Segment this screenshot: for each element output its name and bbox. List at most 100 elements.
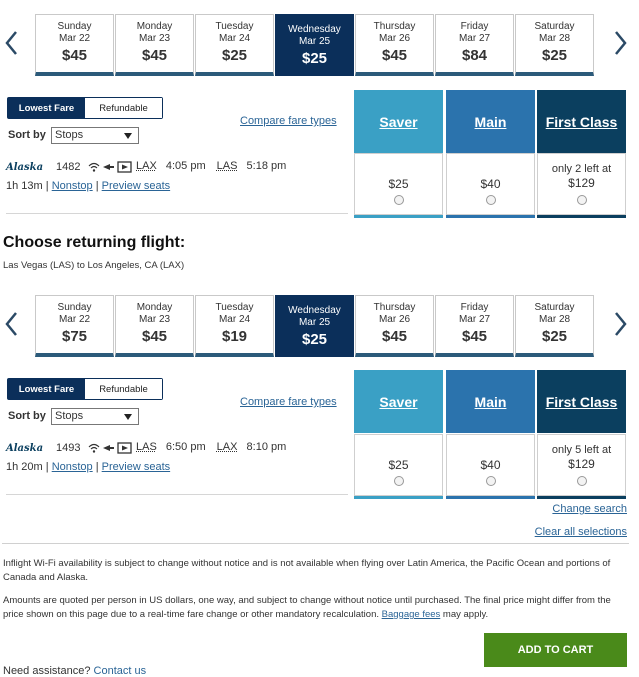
date-option-saturday[interactable]: Saturday Mar 28 $25: [515, 295, 594, 357]
seats-left-note: only 5 left at: [551, 444, 612, 456]
flight-meta: 1h 13m | Nonstop | Preview seats: [6, 180, 171, 192]
divider: [6, 213, 348, 214]
date-option-friday[interactable]: Friday Mar 27 $84: [435, 14, 514, 76]
saver-fare-option[interactable]: $25: [354, 153, 443, 218]
day-date: Mar 27: [458, 314, 491, 325]
amenities-icons: [88, 442, 132, 454]
wifi-disclaimer: Inflight Wi-Fi availability is subject t…: [3, 558, 611, 583]
day-name: Wednesday: [288, 305, 341, 316]
main-radio[interactable]: [486, 476, 496, 486]
date-option-tuesday[interactable]: Tuesday Mar 24 $19: [195, 295, 274, 357]
day-price: $19: [221, 328, 248, 345]
lowest-fare-toggle[interactable]: Lowest Fare: [8, 379, 85, 399]
saver-fare-header[interactable]: Saver: [354, 370, 443, 433]
main-accent-bar: [446, 215, 535, 218]
date-option-wednesday[interactable]: Wednesday Mar 25 $25: [275, 295, 354, 357]
amenities-icons: [88, 161, 132, 173]
date-option-tuesday[interactable]: Tuesday Mar 24 $25: [195, 14, 274, 76]
sort-by-select[interactable]: Stops: [51, 127, 139, 144]
prev-dates-arrow-icon[interactable]: [2, 309, 22, 339]
prev-dates-arrow-icon[interactable]: [2, 28, 22, 58]
date-option-monday[interactable]: Monday Mar 23 $45: [115, 14, 194, 76]
baggage-fees-link[interactable]: Baggage fees: [382, 609, 441, 620]
compare-fare-types-link[interactable]: Compare fare types: [240, 115, 337, 127]
fare-type-toggle: Lowest Fare Refundable: [7, 378, 163, 400]
refundable-toggle[interactable]: Refundable: [85, 379, 162, 399]
date-option-thursday[interactable]: Thursday Mar 26 $45: [355, 14, 434, 76]
saver-price: $25: [388, 458, 409, 472]
day-date: Mar 25: [298, 36, 331, 47]
baggage-tail: may apply.: [442, 609, 489, 620]
contact-us-link[interactable]: Contact us: [94, 665, 147, 677]
assist-text: Need assistance?: [3, 665, 91, 677]
first-class-fare-option[interactable]: only 5 left at $129: [537, 434, 626, 499]
first-class-radio[interactable]: [577, 476, 587, 486]
date-option-sunday[interactable]: Sunday Mar 22 $75: [35, 295, 114, 357]
next-dates-arrow-icon[interactable]: [610, 309, 630, 339]
add-to-cart-button[interactable]: ADD TO CART: [484, 633, 627, 667]
day-name: Sunday: [57, 21, 92, 32]
day-date: Mar 27: [458, 33, 491, 44]
day-name: Friday: [460, 21, 489, 32]
first-class-availability: only 2 left at $129: [538, 162, 625, 190]
first-class-radio[interactable]: [577, 195, 587, 205]
day-date: Mar 22: [58, 33, 91, 44]
first-accent-bar: [537, 215, 626, 218]
first-class-fare-option[interactable]: only 2 left at $129: [537, 153, 626, 218]
saver-fare-header[interactable]: Saver: [354, 90, 443, 153]
sort-by-value: Stops: [55, 129, 84, 141]
date-option-monday[interactable]: Monday Mar 23 $45: [115, 295, 194, 357]
lowest-fare-toggle[interactable]: Lowest Fare: [8, 98, 85, 118]
clear-all-selections-link[interactable]: Clear all selections: [535, 526, 627, 538]
date-option-thursday[interactable]: Thursday Mar 26 $45: [355, 295, 434, 357]
flight-duration: 1h 20m: [6, 461, 43, 473]
arrive-time: 5:18 pm: [246, 160, 287, 172]
day-name: Thursday: [373, 302, 416, 313]
day-price: $25: [541, 328, 568, 345]
flight-number: 1493: [56, 442, 81, 454]
date-option-sunday[interactable]: Sunday Mar 22 $45: [35, 14, 114, 76]
next-dates-arrow-icon[interactable]: [610, 28, 630, 58]
saver-radio[interactable]: [394, 476, 404, 486]
main-fare-header[interactable]: Main: [446, 90, 535, 153]
date-option-saturday[interactable]: Saturday Mar 28 $25: [515, 14, 594, 76]
day-date: Mar 22: [58, 314, 91, 325]
date-option-wednesday[interactable]: Wednesday Mar 25 $25: [275, 14, 354, 76]
day-name: Saturday: [534, 21, 575, 32]
return-times: LAS 6:50 pm LAX 8:10 pm: [136, 441, 286, 453]
change-search-link[interactable]: Change search: [552, 503, 627, 515]
depart-time: 6:50 pm: [165, 441, 206, 453]
main-fare-option[interactable]: $40: [446, 153, 535, 218]
saver-radio[interactable]: [394, 195, 404, 205]
origin-airport: LAX: [136, 160, 157, 172]
main-radio[interactable]: [486, 195, 496, 205]
outbound-date-carousel: Sunday Mar 22 $45 Monday Mar 23 $45 Tuesday Mar…: [0, 14, 639, 76]
day-date: Mar 28: [538, 314, 571, 325]
sort-by-label: Sort by: [8, 410, 46, 422]
nonstop-link[interactable]: Nonstop: [52, 461, 93, 473]
first-class-fare-header[interactable]: First Class: [537, 90, 626, 153]
sort-by-select[interactable]: Stops: [51, 408, 139, 425]
day-price: $84: [461, 47, 488, 64]
compare-fare-types-link[interactable]: Compare fare types: [240, 396, 337, 408]
day-name: Monday: [136, 21, 173, 32]
preview-seats-link[interactable]: Preview seats: [102, 461, 170, 473]
alaska-logo: Alaska: [6, 443, 44, 454]
amounts-text: Amounts are quoted per person in US doll…: [3, 595, 611, 620]
amounts-disclaimer: Amounts are quoted per person in US doll…: [3, 594, 623, 622]
saver-fare-option[interactable]: $25: [354, 434, 443, 499]
main-fare-header[interactable]: Main: [446, 370, 535, 433]
main-fare-option[interactable]: $40: [446, 434, 535, 499]
first-class-fare-header[interactable]: First Class: [537, 370, 626, 433]
preview-seats-link[interactable]: Preview seats: [102, 180, 170, 192]
day-price: $45: [141, 328, 168, 345]
flight-meta: 1h 20m | Nonstop | Preview seats: [6, 461, 171, 473]
day-price: $45: [381, 328, 408, 345]
return-heading: Choose returning flight:: [3, 234, 186, 251]
day-date: Mar 23: [138, 33, 171, 44]
date-option-friday[interactable]: Friday Mar 27 $45: [435, 295, 514, 357]
dropdown-caret-icon: [124, 133, 132, 139]
nonstop-link[interactable]: Nonstop: [52, 180, 93, 192]
refundable-toggle[interactable]: Refundable: [85, 98, 162, 118]
sort-by-label: Sort by: [8, 129, 46, 141]
